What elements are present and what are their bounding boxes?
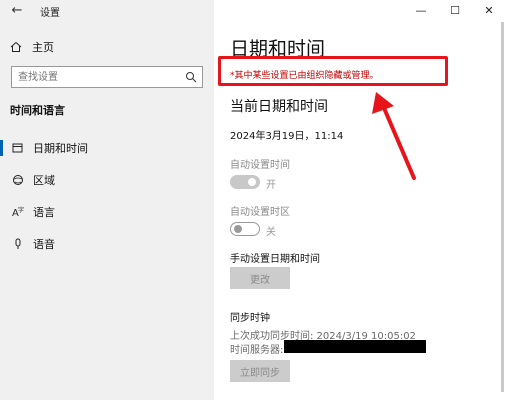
manual-set-label: 手动设置日期和时间 <box>230 254 320 265</box>
current-datetime-heading: 当前日期和时间 <box>230 99 328 115</box>
auto-time-toggle[interactable] <box>230 175 260 189</box>
search-icon[interactable] <box>185 71 197 83</box>
current-datetime-value: 2024年3月19日，11:14 <box>230 131 344 142</box>
policy-notice: *其中某些设置已由组织隐藏或管理。 <box>230 71 379 81</box>
window-controls: — ☐ ✕ <box>404 0 506 20</box>
sidebar-item-region[interactable]: 区域 <box>0 168 214 192</box>
sidebar-item-label: 日期和时间 <box>33 142 88 155</box>
sidebar-item-label: 语音 <box>33 238 55 251</box>
sync-now-button[interactable]: 立即同步 <box>230 360 290 382</box>
toggle-knob <box>234 225 242 233</box>
app-title: 设置 <box>40 8 60 19</box>
sidebar-item-label: 主页 <box>32 41 54 54</box>
search-box[interactable] <box>11 66 203 88</box>
search-input[interactable] <box>12 67 184 87</box>
section-heading: 时间和语言 <box>10 104 65 117</box>
redacted-server-name <box>284 340 426 353</box>
sidebar-item-speech[interactable]: 语音 <box>0 232 214 256</box>
sidebar: ← 设置 主页 时间和语言 日期和时间 区域 A字 语言 <box>0 0 214 400</box>
minimize-icon: — <box>415 3 427 17</box>
auto-time-state: 开 <box>266 180 276 191</box>
main-content: 日期和时间 *其中某些设置已由组织隐藏或管理。 当前日期和时间 2024年3月1… <box>214 0 506 400</box>
close-button[interactable]: ✕ <box>472 0 506 20</box>
sync-clock-heading: 同步时钟 <box>230 313 270 324</box>
sidebar-item-language[interactable]: A字 语言 <box>0 200 214 224</box>
sidebar-item-date-time[interactable]: 日期和时间 <box>0 136 214 160</box>
sidebar-item-label: 语言 <box>33 206 55 219</box>
auto-timezone-state: 关 <box>266 227 276 238</box>
sidebar-item-label: 区域 <box>33 174 55 187</box>
maximize-icon: ☐ <box>450 3 460 17</box>
close-icon: ✕ <box>484 3 494 17</box>
auto-time-label: 自动设置时间 <box>230 160 290 171</box>
maximize-button[interactable]: ☐ <box>438 0 472 20</box>
minimize-button[interactable]: — <box>404 0 438 20</box>
globe-icon <box>11 173 25 187</box>
change-button[interactable]: 更改 <box>230 267 290 289</box>
sidebar-item-home[interactable]: 主页 <box>10 38 54 56</box>
back-button[interactable]: ← <box>6 2 28 20</box>
calendar-clock-icon <box>11 141 25 155</box>
time-server-label: 时间服务器: <box>230 345 284 356</box>
language-icon: A字 <box>11 205 25 219</box>
svg-text:字: 字 <box>18 206 24 214</box>
toggle-knob <box>248 178 256 186</box>
auto-timezone-label: 自动设置时区 <box>230 207 290 218</box>
arrow-left-icon: ← <box>11 3 23 18</box>
home-icon <box>10 41 22 52</box>
auto-timezone-toggle[interactable] <box>230 222 260 236</box>
scrollbar[interactable] <box>501 22 504 392</box>
microphone-icon <box>11 237 25 251</box>
